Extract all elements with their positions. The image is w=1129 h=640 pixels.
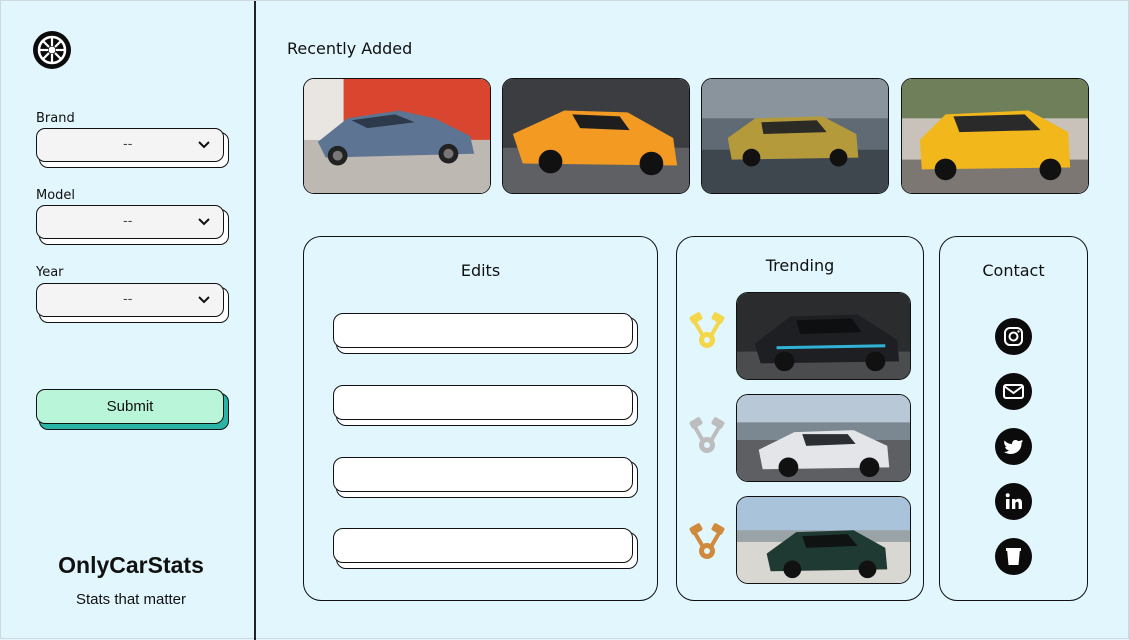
year-select-wrap: -- xyxy=(36,283,229,323)
recent-car-card[interactable] xyxy=(502,78,690,194)
edit-input[interactable] xyxy=(333,457,633,492)
trending-car-card[interactable] xyxy=(736,394,911,482)
edits-panel: Edits xyxy=(303,236,658,601)
brand-select-wrap: -- xyxy=(36,128,229,168)
recent-car-card[interactable] xyxy=(701,78,889,194)
trending-car-card[interactable] xyxy=(736,496,911,584)
trending-title: Trending xyxy=(765,256,835,275)
sidebar: Brand -- Model -- Year -- Submit OnlyCar… xyxy=(1,1,256,640)
edit-input[interactable] xyxy=(333,528,633,563)
brand-select-value: -- xyxy=(123,137,133,152)
yellow-suv-photo xyxy=(902,79,1088,193)
recent-car-card[interactable] xyxy=(303,78,491,194)
mail-icon[interactable] xyxy=(995,373,1032,410)
year-label: Year xyxy=(36,265,64,280)
year-select[interactable]: -- xyxy=(36,283,224,317)
model-label: Model xyxy=(36,188,76,203)
wheel-icon xyxy=(32,30,72,70)
twitter-icon[interactable] xyxy=(995,428,1032,465)
contact-panel: Contact xyxy=(939,236,1088,601)
green-sedan-photo xyxy=(737,497,910,583)
chevron-down-icon xyxy=(198,296,210,304)
model-select-value: -- xyxy=(123,214,133,229)
contact-title: Contact xyxy=(982,261,1045,280)
edit-input[interactable] xyxy=(333,385,633,420)
chevron-down-icon xyxy=(198,218,210,226)
silver-piston-medal-icon xyxy=(687,417,727,457)
gold-piston-medal-icon xyxy=(687,312,727,352)
gold-luxury-coupe-photo xyxy=(702,79,888,193)
brand-select[interactable]: -- xyxy=(36,128,224,162)
edits-title: Edits xyxy=(460,261,501,280)
trending-car-card[interactable] xyxy=(736,292,911,380)
model-select[interactable]: -- xyxy=(36,205,224,239)
year-select-value: -- xyxy=(123,292,133,307)
recently-added-title: Recently Added xyxy=(287,39,413,58)
submit-button[interactable]: Submit xyxy=(36,389,224,424)
linkedin-icon[interactable] xyxy=(995,483,1032,520)
bronze-piston-medal-icon xyxy=(687,523,727,563)
edit-input[interactable] xyxy=(333,313,633,348)
chevron-down-icon xyxy=(198,141,210,149)
orange-supercar-photo xyxy=(503,79,689,193)
trending-panel: Trending xyxy=(676,236,924,601)
edit-field-wrap xyxy=(333,528,638,569)
blue-coupe-photo xyxy=(304,79,490,193)
submit-wrap: Submit xyxy=(36,389,229,430)
black-hypercar-photo xyxy=(737,293,910,379)
cup-icon[interactable] xyxy=(995,538,1032,575)
edit-field-wrap xyxy=(333,457,638,498)
brand-label: Brand xyxy=(36,111,75,126)
instagram-icon[interactable] xyxy=(995,318,1032,355)
brand-name: OnlyCarStats xyxy=(58,552,204,578)
edit-field-wrap xyxy=(333,313,638,354)
white-sports-car-photo xyxy=(737,395,910,481)
app-window: Brand -- Model -- Year -- Submit OnlyCar… xyxy=(0,0,1129,640)
model-select-wrap: -- xyxy=(36,205,229,245)
edit-field-wrap xyxy=(333,385,638,426)
tagline: Stats that matter xyxy=(75,591,187,608)
recent-car-card[interactable] xyxy=(901,78,1089,194)
